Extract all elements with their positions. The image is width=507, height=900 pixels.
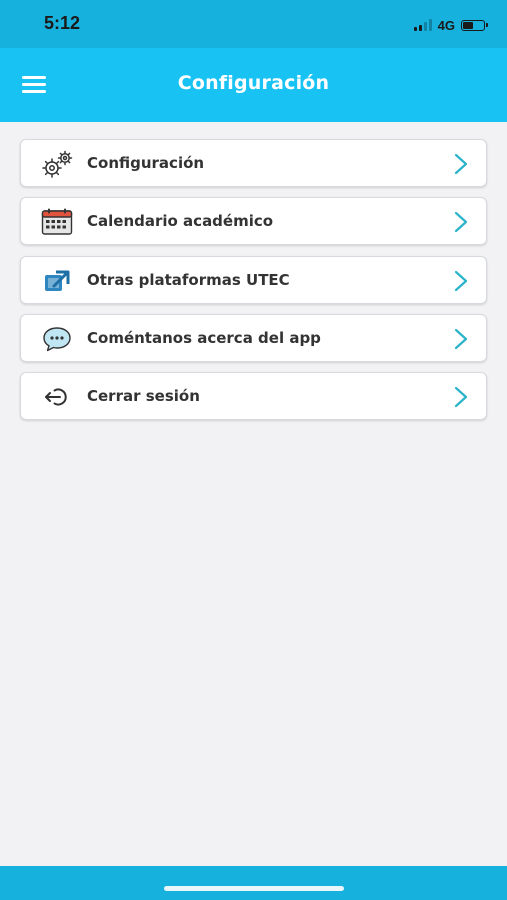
logout-icon — [39, 383, 75, 411]
menu-item-label: Cerrar sesión — [87, 387, 200, 406]
settings-menu-list: Configuración Calendario académico Otras… — [20, 139, 487, 430]
menu-item-otras-plataformas[interactable]: Otras plataformas UTEC — [20, 255, 487, 304]
page-title: Configuración — [177, 72, 330, 94]
battery-icon — [461, 19, 488, 31]
app-header: Configuración — [0, 48, 507, 122]
menu-item-label: Otras plataformas UTEC — [87, 270, 290, 289]
chevron-right-icon — [454, 387, 468, 408]
menu-item-label: Coméntanos acerca del app — [87, 328, 321, 347]
menu-item-calendario[interactable]: Calendario académico — [20, 197, 487, 246]
menu-item-cerrar-sesion[interactable]: Cerrar sesión — [20, 372, 487, 421]
status-bar: 5:12 4G — [0, 0, 507, 48]
bottom-bar — [0, 866, 507, 900]
chevron-right-icon — [454, 212, 468, 233]
network-type: 4G — [437, 17, 455, 33]
gears-icon — [39, 150, 75, 178]
calendar-icon — [39, 208, 75, 236]
menu-item-label: Calendario académico — [87, 212, 274, 231]
external-link-icon — [39, 267, 75, 295]
menu-item-configuracion[interactable]: Configuración — [20, 139, 487, 187]
chevron-right-icon — [454, 328, 468, 349]
status-time: 5:12 — [44, 13, 81, 33]
chat-bubble-icon — [39, 325, 75, 353]
chevron-right-icon — [454, 153, 468, 175]
chevron-right-icon — [454, 270, 468, 291]
status-indicators: 4G — [413, 16, 488, 34]
signal-icon — [413, 19, 432, 31]
home-indicator[interactable] — [164, 886, 344, 891]
menu-item-label: Configuración — [87, 154, 205, 172]
menu-item-comentanos[interactable]: Coméntanos acerca del app — [20, 313, 487, 362]
